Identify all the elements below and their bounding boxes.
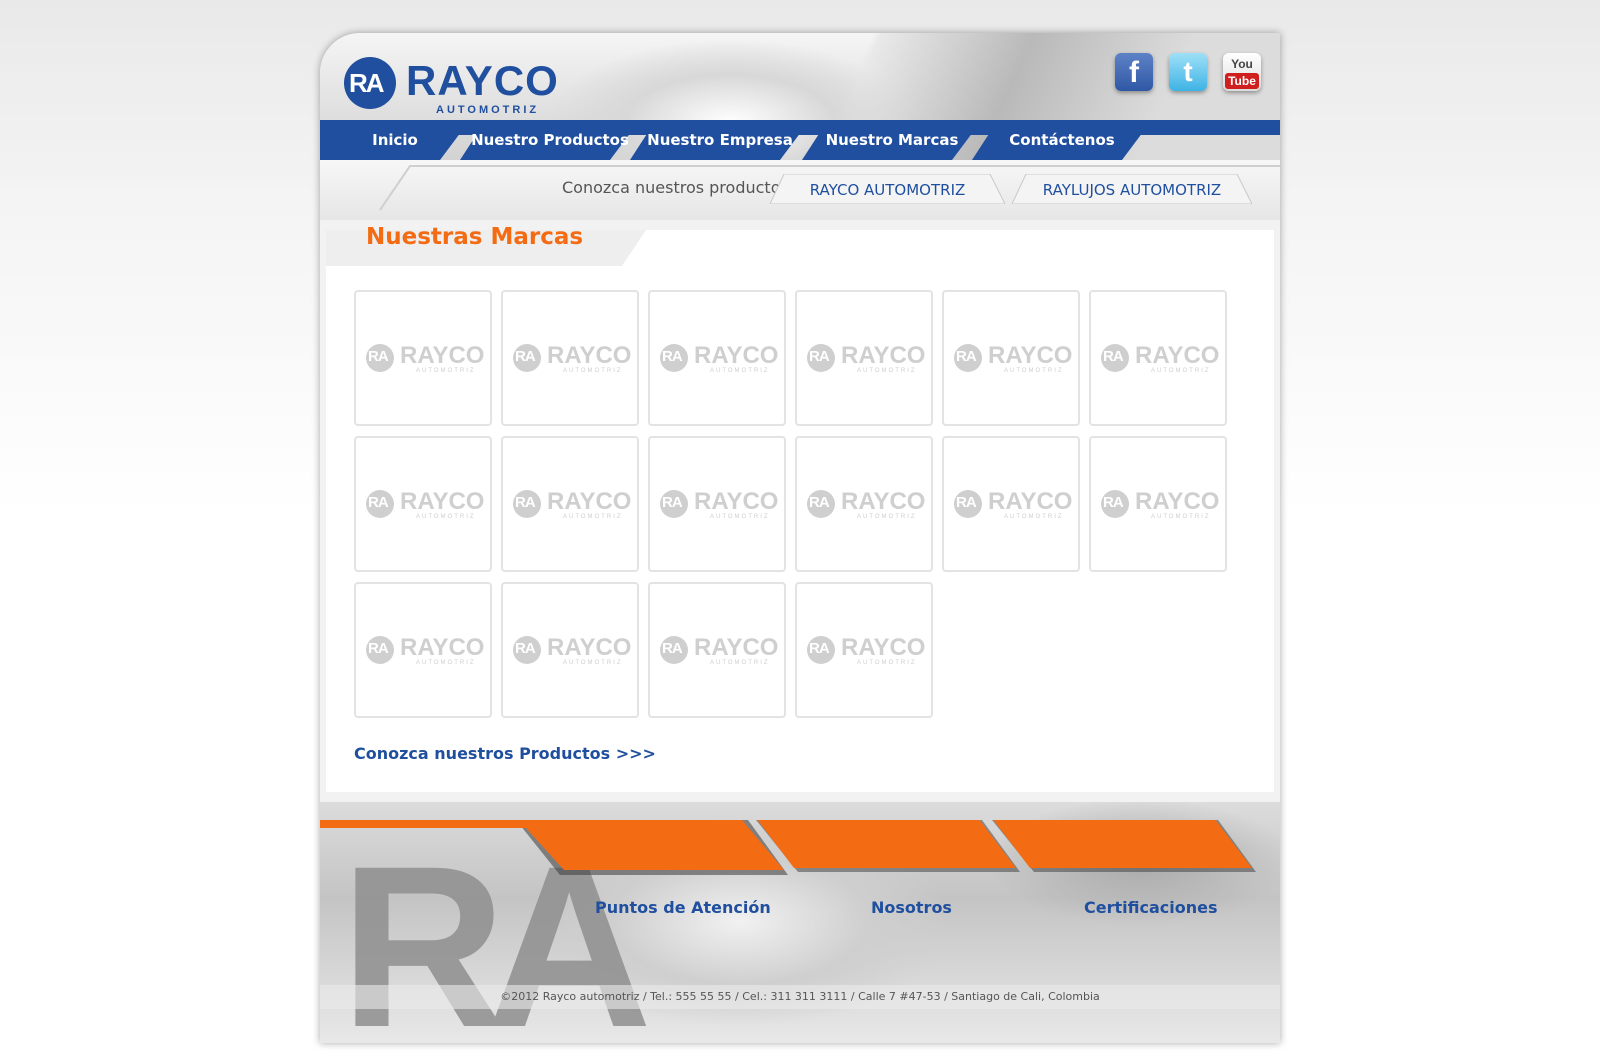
brand-tile[interactable]: RA RAYCO AUTOMOTRIZ <box>354 290 492 426</box>
page-title: Nuestras Marcas <box>366 224 584 250</box>
brand-tile[interactable]: RA RAYCO AUTOMOTRIZ <box>648 582 786 718</box>
nav-item-empresa[interactable]: Nuestro Empresa <box>630 120 810 160</box>
nav-item-productos[interactable]: Nuestro Productos <box>460 120 640 160</box>
logo-mark: RA <box>344 57 396 109</box>
product-subnav: Conozca nuestros productos: RAYCO AUTOMO… <box>320 160 1280 220</box>
main-nav: Inicio Nuestro Productos Nuestro Empresa… <box>320 120 1280 160</box>
brand-tile[interactable]: RA RAYCO AUTOMOTRIZ <box>795 290 933 426</box>
main-content: Nuestras Marcas RA RAYCO AUTOMOTRIZ RA RAYCO… <box>326 224 1274 792</box>
brand-logo-placeholder: RA RAYCO AUTOMOTRIZ <box>660 488 779 520</box>
logo-word: RAYCO <box>406 57 559 104</box>
brand-logo-placeholder: RA RAYCO AUTOMOTRIZ <box>1101 342 1220 374</box>
products-more-link[interactable]: Conozca nuestros Productos >>> <box>354 744 656 763</box>
brand-logo-placeholder: RA RAYCO AUTOMOTRIZ <box>660 342 779 374</box>
brand-logo-placeholder: RA RAYCO AUTOMOTRIZ <box>366 342 485 374</box>
subnav-link-raylujos[interactable]: RAYLUJOS AUTOMOTRIZ <box>1012 174 1252 204</box>
brand-logo-placeholder: RA RAYCO AUTOMOTRIZ <box>660 634 779 666</box>
brand-tile[interactable]: RA RAYCO AUTOMOTRIZ <box>648 436 786 572</box>
brand-logo-placeholder: RA RAYCO AUTOMOTRIZ <box>513 488 632 520</box>
subnav-link-rayco[interactable]: RAYCO AUTOMOTRIZ <box>770 174 1005 204</box>
footer-link-certificaciones[interactable]: Certificaciones <box>1084 898 1217 917</box>
brand-tile[interactable]: RA RAYCO AUTOMOTRIZ <box>354 582 492 718</box>
brand-logo-placeholder: RA RAYCO AUTOMOTRIZ <box>807 634 926 666</box>
brand-logo-placeholder: RA RAYCO AUTOMOTRIZ <box>807 488 926 520</box>
brand-tile[interactable]: RA RAYCO AUTOMOTRIZ <box>942 290 1080 426</box>
facebook-icon[interactable]: f <box>1115 53 1153 91</box>
brand-tile[interactable]: RA RAYCO AUTOMOTRIZ <box>648 290 786 426</box>
brand-tile[interactable]: RA RAYCO AUTOMOTRIZ <box>795 436 933 572</box>
youtube-icon[interactable]: You Tube <box>1223 53 1261 91</box>
nav-item-inicio[interactable]: Inicio <box>320 120 470 160</box>
brand-logo-placeholder: RA RAYCO AUTOMOTRIZ <box>954 488 1073 520</box>
brand-logo-placeholder: RA RAYCO AUTOMOTRIZ <box>513 634 632 666</box>
brand-tile[interactable]: RA RAYCO AUTOMOTRIZ <box>501 582 639 718</box>
copyright-text: ©2012 Rayco automotriz / Tel.: 555 55 55… <box>320 985 1280 1009</box>
brand-tile[interactable]: RA RAYCO AUTOMOTRIZ <box>942 436 1080 572</box>
brand-tile[interactable]: RA RAYCO AUTOMOTRIZ <box>1089 290 1227 426</box>
footer-link-puntos[interactable]: Puntos de Atención <box>595 898 771 917</box>
brand-logo-placeholder: RA RAYCO AUTOMOTRIZ <box>366 488 485 520</box>
brand-logo-placeholder: RA RAYCO AUTOMOTRIZ <box>954 342 1073 374</box>
youtube-icon-text-top: You <box>1231 57 1253 71</box>
twitter-icon[interactable]: t <box>1169 53 1207 91</box>
brand-tile[interactable]: RA RAYCO AUTOMOTRIZ <box>1089 436 1227 572</box>
brand-logo-placeholder: RA RAYCO AUTOMOTRIZ <box>807 342 926 374</box>
logo-subtitle: AUTOMOTRIZ <box>436 104 540 116</box>
rayco-logo[interactable]: RA RAYCO AUTOMOTRIZ <box>344 57 558 117</box>
footer-link-nosotros[interactable]: Nosotros <box>871 898 952 917</box>
brand-logo-placeholder: RA RAYCO AUTOMOTRIZ <box>513 342 632 374</box>
page-frame: RA RAYCO AUTOMOTRIZ f t You Tube Inicio … <box>320 33 1280 1043</box>
brand-logo-placeholder: RA RAYCO AUTOMOTRIZ <box>1101 488 1220 520</box>
nav-item-contactenos[interactable]: Contáctenos <box>972 120 1152 160</box>
brand-tile[interactable]: RA RAYCO AUTOMOTRIZ <box>501 290 639 426</box>
footer: RA Puntos de Atención Nosotros Certifica… <box>320 802 1280 1043</box>
youtube-icon-text-bottom: Tube <box>1225 73 1259 89</box>
subnav-label: Conozca nuestros productos: <box>562 178 795 197</box>
nav-item-marcas[interactable]: Nuestro Marcas <box>802 120 982 160</box>
brand-logo-placeholder: RA RAYCO AUTOMOTRIZ <box>366 634 485 666</box>
brand-tile[interactable]: RA RAYCO AUTOMOTRIZ <box>795 582 933 718</box>
brand-tile[interactable]: RA RAYCO AUTOMOTRIZ <box>354 436 492 572</box>
brand-tile[interactable]: RA RAYCO AUTOMOTRIZ <box>501 436 639 572</box>
